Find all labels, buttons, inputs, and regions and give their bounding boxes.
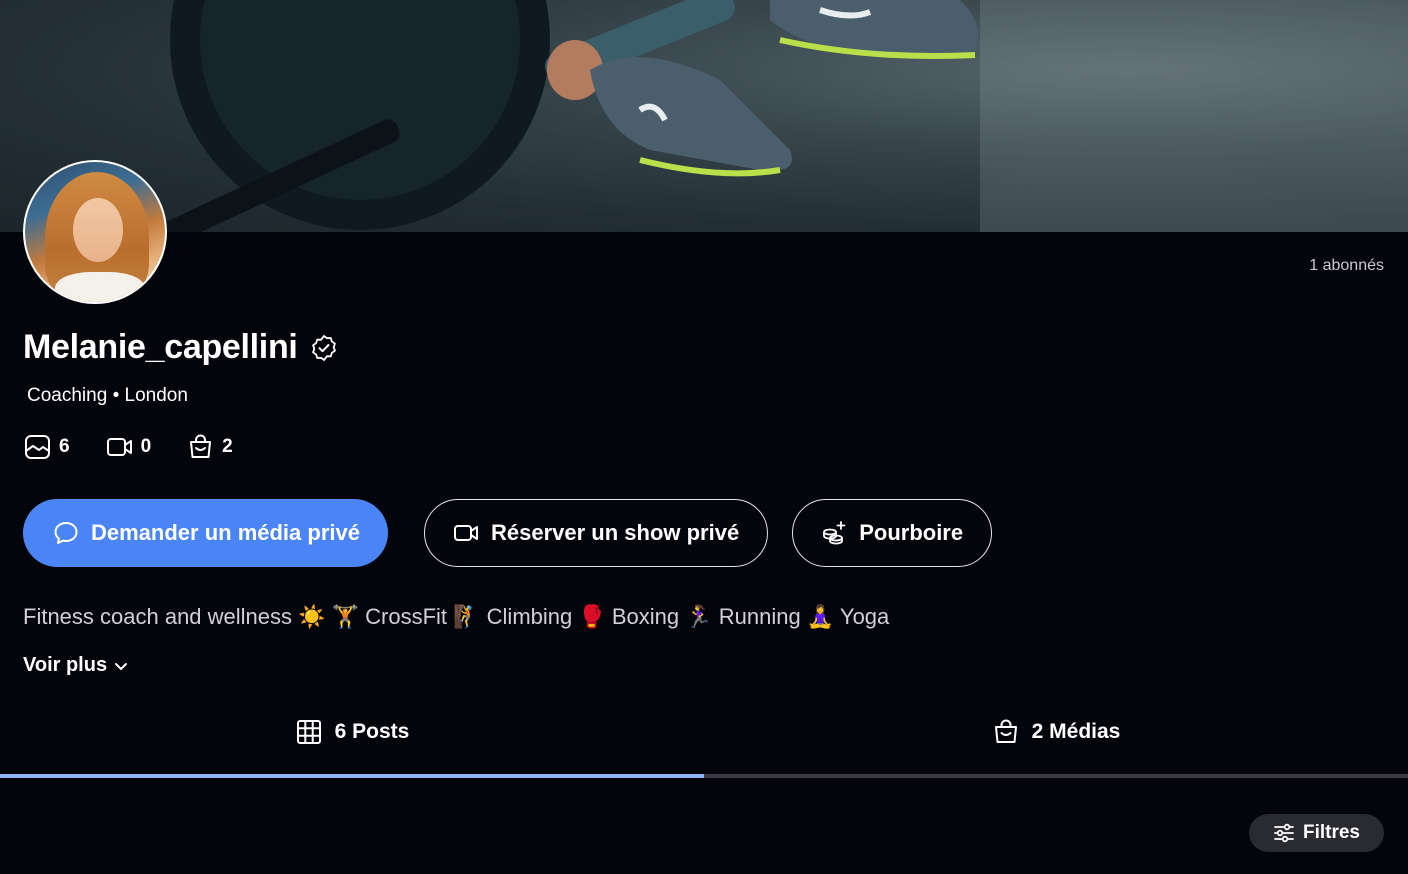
profile-bio: Fitness coach and wellness ☀️ 🏋️ CrossFi…: [23, 604, 890, 629]
profile-location: London: [124, 385, 188, 406]
shopping-bag-icon: [190, 434, 212, 458]
tip-label: Pourboire: [859, 520, 964, 545]
profile-actions: Demander un média privé Réserver un show…: [23, 499, 993, 567]
sliders-icon: [1274, 823, 1294, 843]
chevron-down-icon: [115, 662, 128, 670]
videos-count-value: 0: [140, 436, 152, 457]
see-more-label: Voir plus: [23, 654, 108, 676]
cover-image: [0, 0, 1408, 232]
coins-plus-icon: [823, 521, 846, 545]
see-more-button[interactable]: Voir plus: [23, 654, 129, 677]
book-private-show-button[interactable]: Réserver un show privé: [423, 499, 769, 567]
verified-badge-icon: [311, 334, 336, 361]
profile-meta: Coaching • London: [27, 385, 188, 407]
request-private-media-button[interactable]: Demander un média privé: [23, 499, 388, 567]
media-count: 2: [187, 434, 233, 460]
request-private-media-label: Demander un média privé: [91, 520, 360, 545]
bio-fade: [0, 638, 1408, 648]
avatar-face: [73, 198, 123, 262]
tip-button[interactable]: Pourboire: [792, 499, 993, 567]
profile-username: Melanie_capellini: [23, 328, 298, 366]
tab-media[interactable]: 2 Médias: [704, 700, 1408, 778]
tab-posts-label: 6 Posts: [334, 720, 410, 743]
profile-counts: 6 0 2: [24, 434, 233, 460]
shopping-bag-icon: [994, 719, 1017, 743]
posts-icon: [25, 435, 50, 459]
profile-category: Coaching: [27, 385, 108, 406]
video-camera-icon: [106, 438, 132, 456]
meta-separator: •: [112, 385, 120, 406]
tab-media-label: 2 Médias: [1031, 720, 1121, 743]
video-camera-icon: [453, 525, 478, 541]
filters-button[interactable]: Filtres: [1248, 814, 1384, 852]
grid-icon: [296, 720, 321, 744]
posts-count-value: 6: [59, 436, 70, 457]
profile-avatar[interactable]: [23, 160, 167, 304]
media-count-value: 2: [222, 436, 233, 457]
tab-posts[interactable]: 6 Posts: [0, 700, 704, 778]
subscriber-count: 1 abonnés: [1309, 257, 1384, 274]
content-tabs: 6 Posts 2 Médias: [0, 700, 1408, 778]
avatar-shirt: [55, 272, 145, 302]
posts-count: 6: [24, 434, 70, 460]
videos-count: 0: [106, 434, 152, 460]
chat-bubble-icon: [54, 522, 78, 544]
profile-name-row: Melanie_capellini: [23, 328, 338, 367]
filters-label: Filtres: [1302, 822, 1360, 843]
book-private-show-label: Réserver un show privé: [490, 520, 740, 545]
